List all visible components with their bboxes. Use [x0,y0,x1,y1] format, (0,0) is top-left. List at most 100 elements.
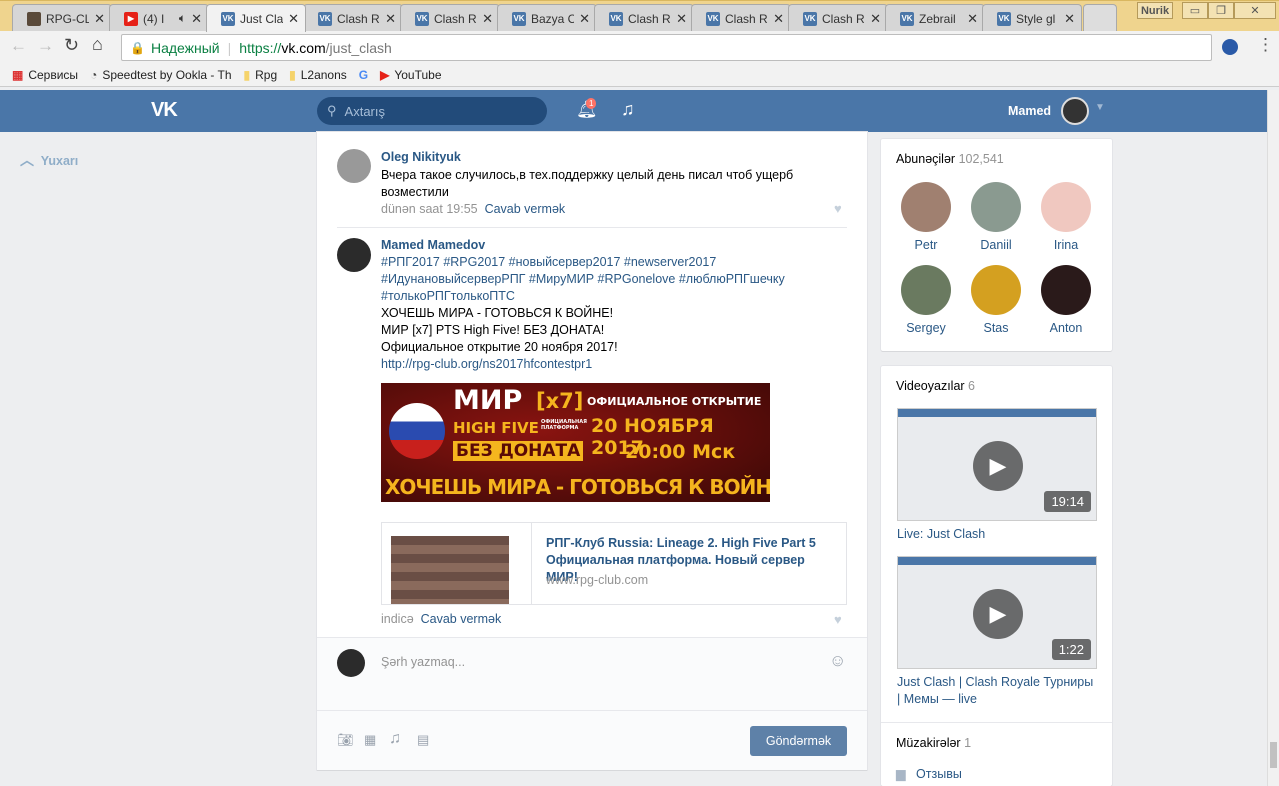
discussions-label[interactable]: Müzakirələr [896,736,961,750]
chevron-down-icon[interactable]: ▼ [1095,102,1105,113]
post-link[interactable]: http://rpg-club.org/ns2017hfcontestpr1 [381,356,851,373]
music-icon[interactable]: ♫ [621,99,635,120]
subscriber[interactable]: Irina [1031,182,1101,252]
close-window-button[interactable]: ✕ [1234,2,1276,19]
subscribers-label[interactable]: Abunəçilər [896,152,955,166]
emoji-icon[interactable]: ☺ [829,651,846,671]
like-heart-icon[interactable]: ♥ [834,201,842,216]
bookmark-item[interactable]: ▶ YouTube [380,68,441,82]
search-icon: ⚲ [327,103,337,118]
vk-favicon-icon: VK [706,11,720,26]
back-to-top-button[interactable]: ︿ Yuxarı [20,150,78,170]
close-tab-icon[interactable]: ✕ [773,11,784,27]
browser-tab[interactable]: RPG-CL ✕ [12,4,112,32]
close-tab-icon[interactable]: ✕ [288,11,299,27]
music-icon[interactable]: ♫ [389,730,401,748]
bookmark-item[interactable]: ▦ Сервисы [12,68,78,82]
profile-button[interactable]: Nurik [1137,2,1173,19]
reload-button[interactable]: ↻ [64,35,79,56]
back-button[interactable]: ← [10,36,27,56]
avatar [901,265,951,315]
send-button[interactable]: Göndərmək [750,726,847,756]
hashtags[interactable]: #РПГ2017 #RPG2017 #новыйсервер2017 #news… [381,254,851,271]
close-tab-icon[interactable]: ✕ [94,11,105,27]
avatar[interactable] [337,149,371,183]
video-thumbnail[interactable]: ▶ 19:14 [897,408,1097,521]
bookmark-item[interactable]: ▮ Rpg [244,68,278,82]
like-heart-icon[interactable]: ♥ [834,612,842,627]
discussion-item[interactable]: ▆ Отзывы [896,766,962,781]
youtube-icon: ▶ [380,67,390,82]
bookmark-label: YouTube [394,67,442,82]
play-icon[interactable]: ▶ [973,441,1023,491]
comment-time[interactable]: dünən saat 19:55 [381,202,478,216]
video-item[interactable]: ▶ 1:22 Just Clash | Clash Royale Турниры… [897,556,1097,708]
browser-tab[interactable]: VK Clash R ✕ [788,4,888,32]
document-icon[interactable]: ▤ [417,732,429,748]
browser-tab[interactable]: VK Zebrail ✕ [885,4,985,32]
home-button[interactable]: ⌂ [92,34,103,55]
discussion-title: Отзывы [916,767,962,781]
comment-input[interactable]: Şərh yazmaq... [381,655,821,669]
video-title[interactable]: Just Clash | Clash Royale Турниры | Мемы… [897,674,1097,708]
close-tab-icon[interactable]: ✕ [870,11,881,27]
scrollbar[interactable] [1267,90,1279,786]
video-title[interactable]: Live: Just Clash [897,526,1097,543]
hashtags[interactable]: #толькоРПГтолькоПТС [381,288,851,305]
address-bar[interactable]: 🔒 Надежный | https://vk.com/just_clash [121,34,1212,61]
camera-icon[interactable]: 📷︎ [337,732,354,748]
close-tab-icon[interactable]: ✕ [191,11,202,27]
reply-link[interactable]: Cavab vermək [421,612,502,626]
close-tab-icon[interactable]: ✕ [385,11,396,27]
comment-author[interactable]: Oleg Nikityuk [381,150,461,164]
minimize-button[interactable]: ▭ [1182,2,1208,19]
vk-favicon-icon: VK [512,11,526,26]
extension-icon[interactable] [1222,39,1238,55]
video-icon[interactable]: ▦ [364,732,376,748]
comment-time[interactable]: indicə [381,612,414,626]
videos-label[interactable]: Videoyazılar [896,379,965,393]
comment-author[interactable]: Mamed Mamedov [381,238,485,252]
browser-tab[interactable]: VK Clash R ✕ [691,4,791,32]
restore-button[interactable]: ❐ [1208,2,1234,19]
avatar[interactable] [337,238,371,272]
subscriber[interactable]: Daniil [961,182,1031,252]
hashtags[interactable]: #ИдунановыйсерверРПГ #МируМИР #RPGonelov… [381,271,851,288]
browser-tab[interactable]: VK Clash R ✕ [594,4,694,32]
browser-tab[interactable]: VK Clash R ✕ [400,4,500,32]
vk-logo[interactable]: VK [151,99,178,122]
browser-tab[interactable]: VK Bazya C ✕ [497,4,597,32]
close-tab-icon[interactable]: ✕ [676,11,687,27]
play-icon[interactable]: ▶ [973,589,1023,639]
scrollbar-thumb[interactable] [1270,742,1277,768]
forward-button[interactable]: → [37,36,54,56]
link-snippet[interactable]: РПГ-Клуб Russia: Lineage 2. High Five Pa… [381,522,847,605]
search-input[interactable]: ⚲ Axtarış [317,97,547,125]
bookmark-item[interactable]: G [359,68,368,82]
subscriber[interactable]: Sergey [891,265,961,335]
user-name[interactable]: Mamed [1008,104,1051,118]
promo-banner-image[interactable]: МИР [x7] HIGH FIVE ОФИЦИАЛЬНАЯ ПЛАТФОРМА… [381,383,770,502]
menu-dots-icon[interactable]: ⋮ [1257,35,1274,55]
browser-tab[interactable]: VK Style gl ✕ [982,4,1082,32]
close-tab-icon[interactable]: ✕ [482,11,493,27]
reply-link[interactable]: Cavab vermək [485,202,566,216]
bookmark-item[interactable]: ◔ Speedtest by Ookla - Th [90,68,231,82]
browser-tab[interactable]: VK Just Cla ✕ [206,4,306,32]
bookmark-item[interactable]: ▮ L2anons [289,68,347,82]
video-thumbnail[interactable]: ▶ 1:22 [897,556,1097,669]
close-tab-icon[interactable]: ✕ [967,11,978,27]
subscriber[interactable]: Anton [1031,265,1101,335]
tab-title: Just Cla [240,11,284,26]
user-avatar[interactable] [1061,97,1089,125]
video-item[interactable]: ▶ 19:14 Live: Just Clash [897,408,1097,543]
browser-tab[interactable]: VK Clash R ✕ [303,4,403,32]
subscriber[interactable]: Stas [961,265,1031,335]
vk-favicon-icon: VK [900,11,914,26]
subscriber[interactable]: Petr [891,182,961,252]
new-tab-button[interactable] [1083,4,1117,32]
close-tab-icon[interactable]: ✕ [1064,11,1075,27]
browser-tab[interactable]: ▶ (4) I 🔈︎ ✕ [109,4,209,32]
speaker-icon[interactable]: 🔈︎ [179,11,186,26]
close-tab-icon[interactable]: ✕ [579,11,590,27]
